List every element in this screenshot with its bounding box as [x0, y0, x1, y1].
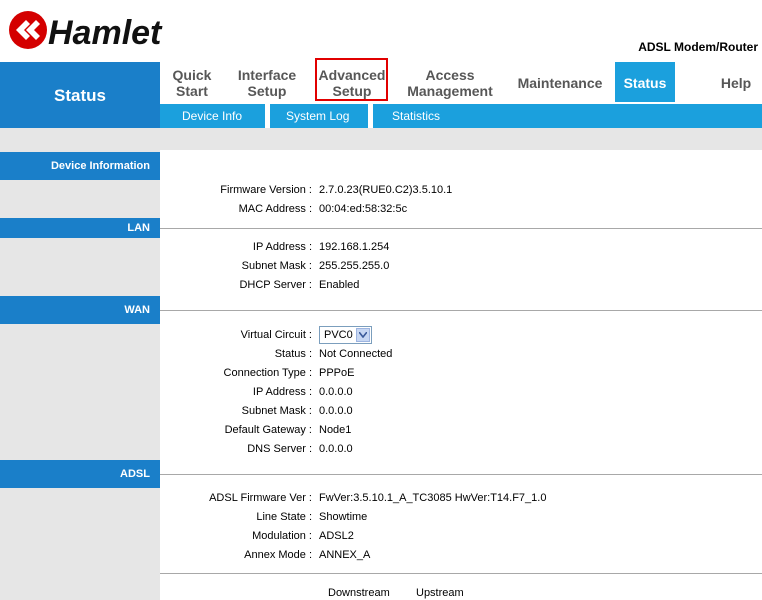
highlight-box [315, 58, 388, 101]
connection-type-value: PPPoE [319, 367, 355, 379]
nav-label: Management [407, 83, 493, 99]
annex-mode-value: ANNEX_A [319, 549, 371, 561]
nav-label: Setup [247, 83, 287, 99]
virtual-circuit-select[interactable]: PVC0 [319, 326, 372, 344]
wan-mask-value: 0.0.0.0 [319, 405, 353, 417]
lan-ip-label: IP Address : [252, 241, 312, 253]
subnav-statistics[interactable]: Statistics [392, 104, 440, 128]
adsl-firmware-value: FwVer:3.5.10.1_A_TC3085 HwVer:T14.F7_1.0 [319, 492, 547, 504]
wan-ip-label: IP Address : [252, 386, 312, 398]
gray-band [0, 128, 762, 150]
section-divider [160, 228, 762, 229]
lan-mask-label: Subnet Mask : [241, 260, 312, 272]
nav-label: Access [425, 67, 475, 83]
mac-address-label: MAC Address : [238, 203, 312, 215]
chevron-down-icon[interactable] [356, 328, 370, 342]
dhcp-server-value: Enabled [319, 279, 360, 291]
lan-ip-value: 192.168.1.254 [319, 241, 390, 253]
main-nav: Quick Start Interface Setup Advanced Set… [160, 62, 762, 104]
nav-current-title: Status [54, 86, 106, 105]
subnav-divider [265, 104, 270, 128]
modulation-value: ADSL2 [319, 530, 354, 542]
upstream-header: Upstream [416, 587, 464, 599]
dhcp-server-label: DHCP Server : [239, 279, 312, 291]
nav-current-section: Status [0, 62, 160, 128]
nav-status[interactable]: Status [615, 62, 675, 102]
wan-status-value: Not Connected [319, 348, 393, 360]
default-gateway-value: Node1 [319, 424, 352, 436]
nav-label: Quick [172, 67, 212, 83]
section-adsl: ADSL [0, 460, 160, 488]
virtual-circuit-selected: PVC0 [324, 329, 353, 341]
line-state-label: Line State : [256, 511, 312, 523]
logo-text: Hamlet [48, 14, 163, 52]
nav-label: Help [720, 75, 752, 91]
section-divider [160, 310, 762, 311]
section-divider [160, 474, 762, 475]
wan-ip-value: 0.0.0.0 [319, 386, 353, 398]
wan-status-label: Status : [274, 348, 312, 360]
mac-address-value: 00:04:ed:58:32:5c [319, 203, 408, 215]
nav-interface-setup[interactable]: Interface Setup [230, 67, 304, 107]
nav-label: Interface [237, 67, 297, 83]
lan-mask-value: 255.255.255.0 [319, 260, 390, 272]
wan-mask-label: Subnet Mask : [241, 405, 312, 417]
line-state-value: Showtime [319, 511, 368, 523]
subnav-divider [368, 104, 373, 128]
firmware-version-value: 2.7.0.23(RUE0.C2)3.5.10.1 [319, 184, 453, 196]
annex-mode-label: Annex Mode : [244, 549, 312, 561]
adsl-firmware-label: ADSL Firmware Ver : [209, 492, 312, 504]
nav-label: Status [623, 75, 667, 91]
subnav-system-log[interactable]: System Log [286, 104, 349, 128]
dns-server-value: 0.0.0.0 [319, 443, 353, 455]
virtual-circuit-label: Virtual Circuit : [240, 329, 312, 341]
product-name: ADSL Modem/Router [638, 40, 758, 54]
sub-nav: Device Info System Log Statistics [160, 104, 762, 128]
default-gateway-label: Default Gateway : [224, 424, 312, 436]
nav-label: Maintenance [517, 75, 603, 91]
section-divider [160, 573, 762, 574]
hamlet-logo: Hamlet [6, 8, 206, 52]
modulation-label: Modulation : [252, 530, 312, 542]
downstream-header: Downstream [328, 587, 390, 599]
dns-server-label: DNS Server : [247, 443, 312, 455]
subnav-device-info[interactable]: Device Info [182, 104, 242, 128]
section-wan: WAN [0, 296, 160, 324]
nav-access-management[interactable]: Access Management [400, 67, 500, 107]
section-device-information: Device Information [0, 152, 160, 180]
nav-label: Start [176, 83, 208, 99]
connection-type-label: Connection Type : [223, 367, 312, 379]
nav-quick-start[interactable]: Quick Start [160, 67, 224, 107]
section-lan: LAN [0, 218, 160, 238]
firmware-version-label: Firmware Version : [220, 184, 312, 196]
